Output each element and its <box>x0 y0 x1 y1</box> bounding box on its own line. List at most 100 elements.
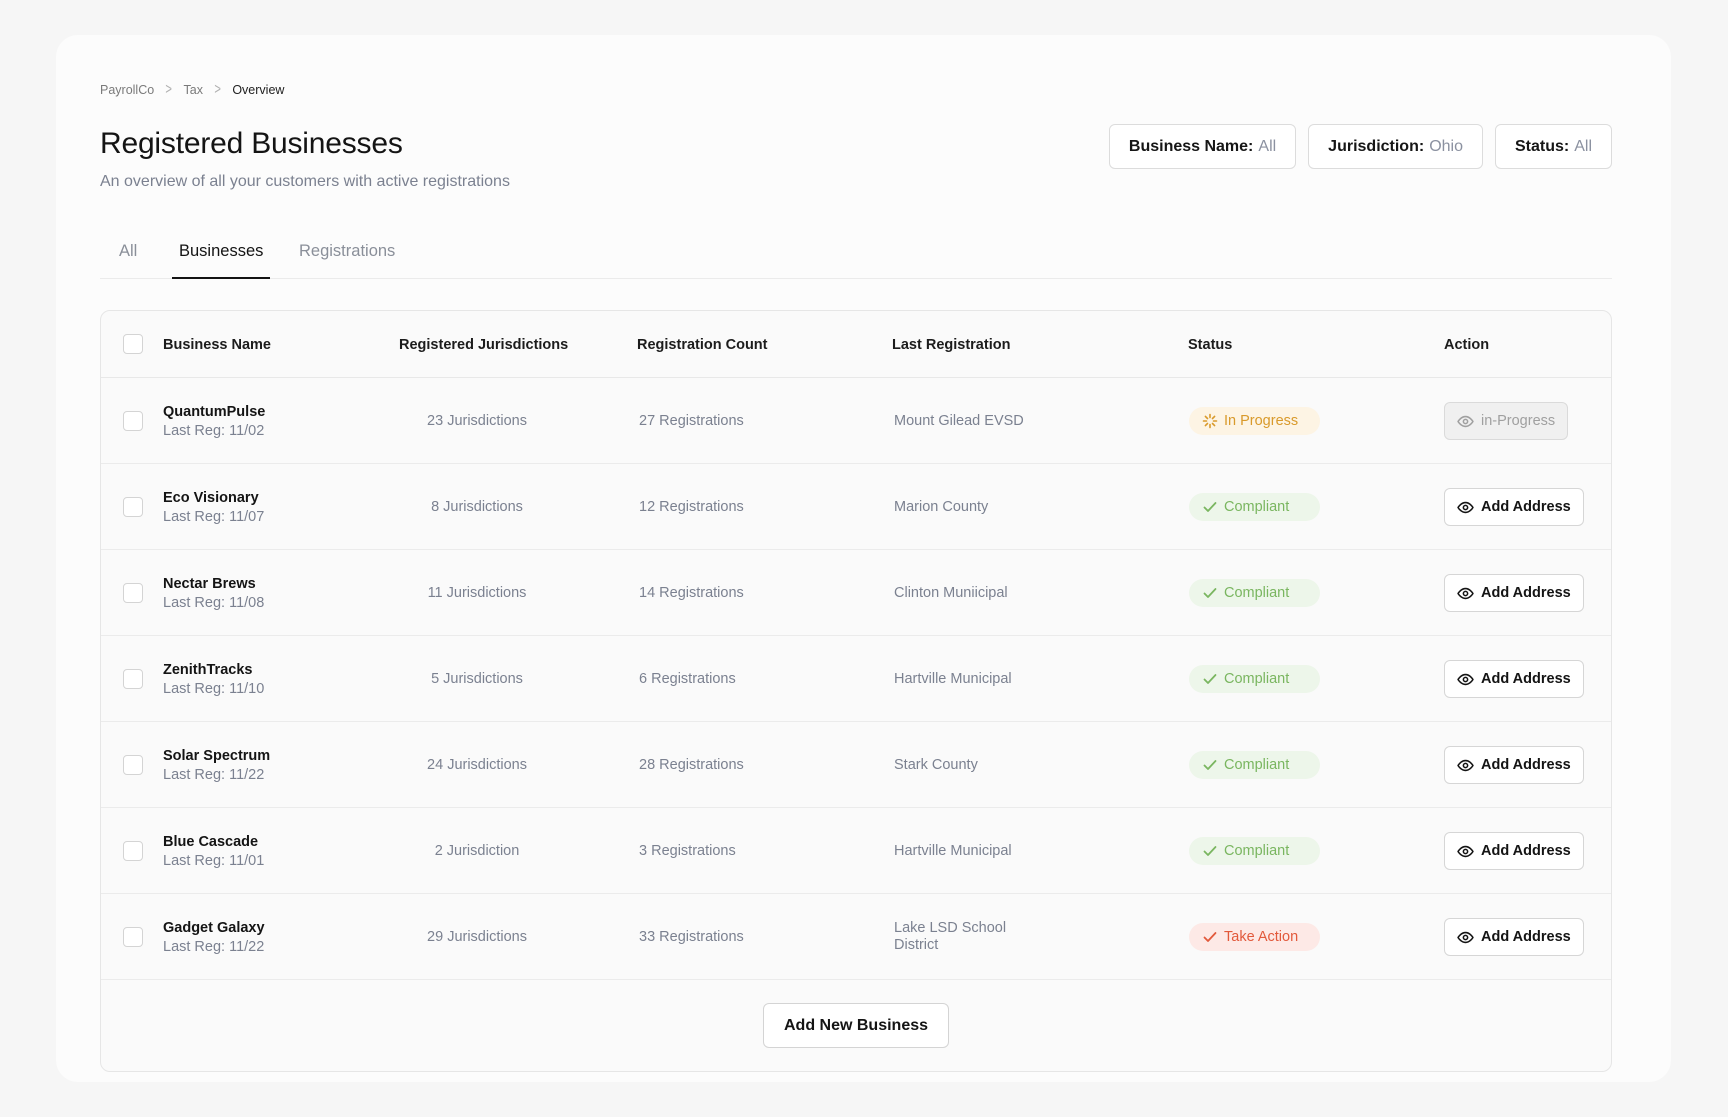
breadcrumb-tax[interactable]: Tax <box>184 83 203 97</box>
status-label: Take Action <box>1224 929 1299 945</box>
business-name[interactable]: Solar Spectrum <box>163 748 270 764</box>
last-registration: Marion County <box>894 498 989 515</box>
select-all-checkbox[interactable] <box>123 334 143 354</box>
registrations-count: 14 Registrations <box>639 585 744 601</box>
action-label: Add Address <box>1481 585 1571 601</box>
status-cell: Compliant <box>1189 722 1320 808</box>
add-address-button[interactable]: Add Address <box>1444 746 1584 784</box>
business-name[interactable]: ZenithTracks <box>163 662 252 678</box>
add-address-button[interactable]: Add Address <box>1444 832 1584 870</box>
chevron-right-icon: > <box>165 81 173 98</box>
column-header-registration-count[interactable]: Registration Count <box>637 311 768 378</box>
filter-label: Business Name: <box>1128 137 1254 155</box>
status-badge: Compliant <box>1189 751 1320 779</box>
row-checkbox[interactable] <box>123 669 143 689</box>
table-row[interactable]: Blue Cascade Last Reg: 11/01 2 Jurisdictio… <box>101 808 1611 894</box>
action-label: in-Progress <box>1481 413 1556 429</box>
jurisdictions-cell: 23 Jurisdictions <box>397 378 557 464</box>
status-cell: Compliant <box>1189 808 1320 894</box>
action-label: Add Address <box>1481 499 1571 515</box>
business-name-cell: ZenithTracks Last Reg: 11/10 <box>163 636 264 722</box>
business-name-cell: Solar Spectrum Last Reg: 11/22 <box>163 722 270 808</box>
action-cell: Add Address <box>1444 464 1584 550</box>
business-name-cell: QuantumPulse Last Reg: 11/02 <box>163 378 265 464</box>
jurisdictions-cell: 11 Jurisdictions <box>397 550 557 636</box>
row-checkbox[interactable] <box>123 583 143 603</box>
jurisdictions-count: 5 Jurisdictions <box>431 671 523 687</box>
status-label: In Progress <box>1224 413 1299 429</box>
eye-icon <box>1457 415 1474 427</box>
status-cell: Compliant <box>1189 464 1320 550</box>
business-name[interactable]: Blue Cascade <box>163 834 258 850</box>
row-checkbox[interactable] <box>123 927 143 947</box>
add-address-button[interactable]: Add Address <box>1444 660 1584 698</box>
status-label: Compliant <box>1224 843 1290 859</box>
registrations-cell: 33 Registrations <box>639 894 744 980</box>
action-cell: Add Address <box>1444 808 1584 894</box>
business-name[interactable]: Gadget Galaxy <box>163 920 265 936</box>
column-header-jurisdictions[interactable]: Registered Jurisdictions <box>399 311 568 378</box>
registrations-cell: 14 Registrations <box>639 550 744 636</box>
last-registration: Clinton Muniicipal <box>894 584 1008 601</box>
table-row[interactable]: Gadget Galaxy Last Reg: 11/22 29 Jurisdict… <box>101 894 1611 980</box>
status-label: Compliant <box>1224 671 1290 687</box>
jurisdictions-count: 8 Jurisdictions <box>431 499 523 515</box>
tab-businesses[interactable]: Businesses <box>172 239 271 279</box>
add-address-button[interactable]: Add Address <box>1444 488 1584 526</box>
jurisdictions-cell: 5 Jurisdictions <box>397 636 557 722</box>
status-label: Compliant <box>1224 499 1290 515</box>
table-row[interactable]: ZenithTracks Last Reg: 11/10 5 Jurisdictio… <box>101 636 1611 722</box>
eye-icon <box>1457 673 1474 685</box>
businesses-table: Business Name Registered Jurisdictions R… <box>100 310 1612 1072</box>
add-address-button[interactable]: Add Address <box>1444 918 1584 956</box>
registrations-cell: 28 Registrations <box>639 722 744 808</box>
filter-bar: Business Name: All Jurisdiction: Ohio St… <box>1108 124 1612 169</box>
column-header-status[interactable]: Status <box>1188 311 1232 378</box>
table-row[interactable]: QuantumPulse Last Reg: 11/02 23 Jurisdicti… <box>101 378 1611 464</box>
column-header-business-name[interactable]: Business Name <box>163 311 271 378</box>
business-name[interactable]: QuantumPulse <box>163 404 265 420</box>
breadcrumb-payrollco[interactable]: PayrollCo <box>100 83 154 97</box>
spinner-icon <box>1202 413 1218 429</box>
status-cell: Take Action <box>1189 894 1320 980</box>
business-name[interactable]: Eco Visionary <box>163 490 259 506</box>
registrations-count: 6 Registrations <box>639 671 736 687</box>
action-cell: Add Address <box>1444 636 1584 722</box>
row-checkbox[interactable] <box>123 497 143 517</box>
filter-status[interactable]: Status: All <box>1494 124 1612 169</box>
tab-all[interactable]: All <box>112 239 144 279</box>
filter-business-name[interactable]: Business Name: All <box>1108 124 1297 169</box>
row-checkbox[interactable] <box>123 411 143 431</box>
last-registration: Hartville Municipal <box>894 842 1012 859</box>
action-cell: Add Address <box>1444 722 1584 808</box>
tab-registrations[interactable]: Registrations <box>292 239 402 279</box>
last-registration: Stark County <box>894 756 978 773</box>
registrations-count: 33 Registrations <box>639 929 744 945</box>
check-icon <box>1203 932 1217 942</box>
table-header: Business Name Registered Jurisdictions R… <box>101 311 1611 378</box>
breadcrumb-overview: Overview <box>232 83 285 97</box>
status-badge: Compliant <box>1189 493 1320 521</box>
filter-value: Ohio <box>1429 137 1463 155</box>
status-badge: Compliant <box>1189 837 1320 865</box>
in-progress-button[interactable]: in-Progress <box>1444 402 1569 440</box>
table-row[interactable]: Eco Visionary Last Reg: 11/07 8 Jurisdicti… <box>101 464 1611 550</box>
business-last-reg: Last Reg: 11/10 <box>163 680 265 697</box>
business-name[interactable]: Nectar Brews <box>163 576 256 592</box>
add-new-business-button[interactable]: Add New Business <box>762 1003 950 1048</box>
eye-icon <box>1457 587 1474 599</box>
status-label: Compliant <box>1224 757 1290 773</box>
filter-jurisdiction[interactable]: Jurisdiction: Ohio <box>1308 124 1483 169</box>
row-checkbox[interactable] <box>123 841 143 861</box>
table-row[interactable]: Nectar Brews Last Reg: 11/08 11 Jurisdicti… <box>101 550 1611 636</box>
action-cell: Add Address <box>1444 550 1584 636</box>
eye-icon <box>1457 845 1474 857</box>
action-label: Add Address <box>1481 671 1571 687</box>
table-row[interactable]: Solar Spectrum Last Reg: 11/22 24 Jurisdic… <box>101 722 1611 808</box>
add-address-button[interactable]: Add Address <box>1444 574 1584 612</box>
eye-icon <box>1457 931 1474 943</box>
check-icon <box>1203 502 1217 512</box>
column-header-last-registration[interactable]: Last Registration <box>892 311 1010 378</box>
business-last-reg: Last Reg: 11/01 <box>163 852 265 869</box>
row-checkbox[interactable] <box>123 755 143 775</box>
